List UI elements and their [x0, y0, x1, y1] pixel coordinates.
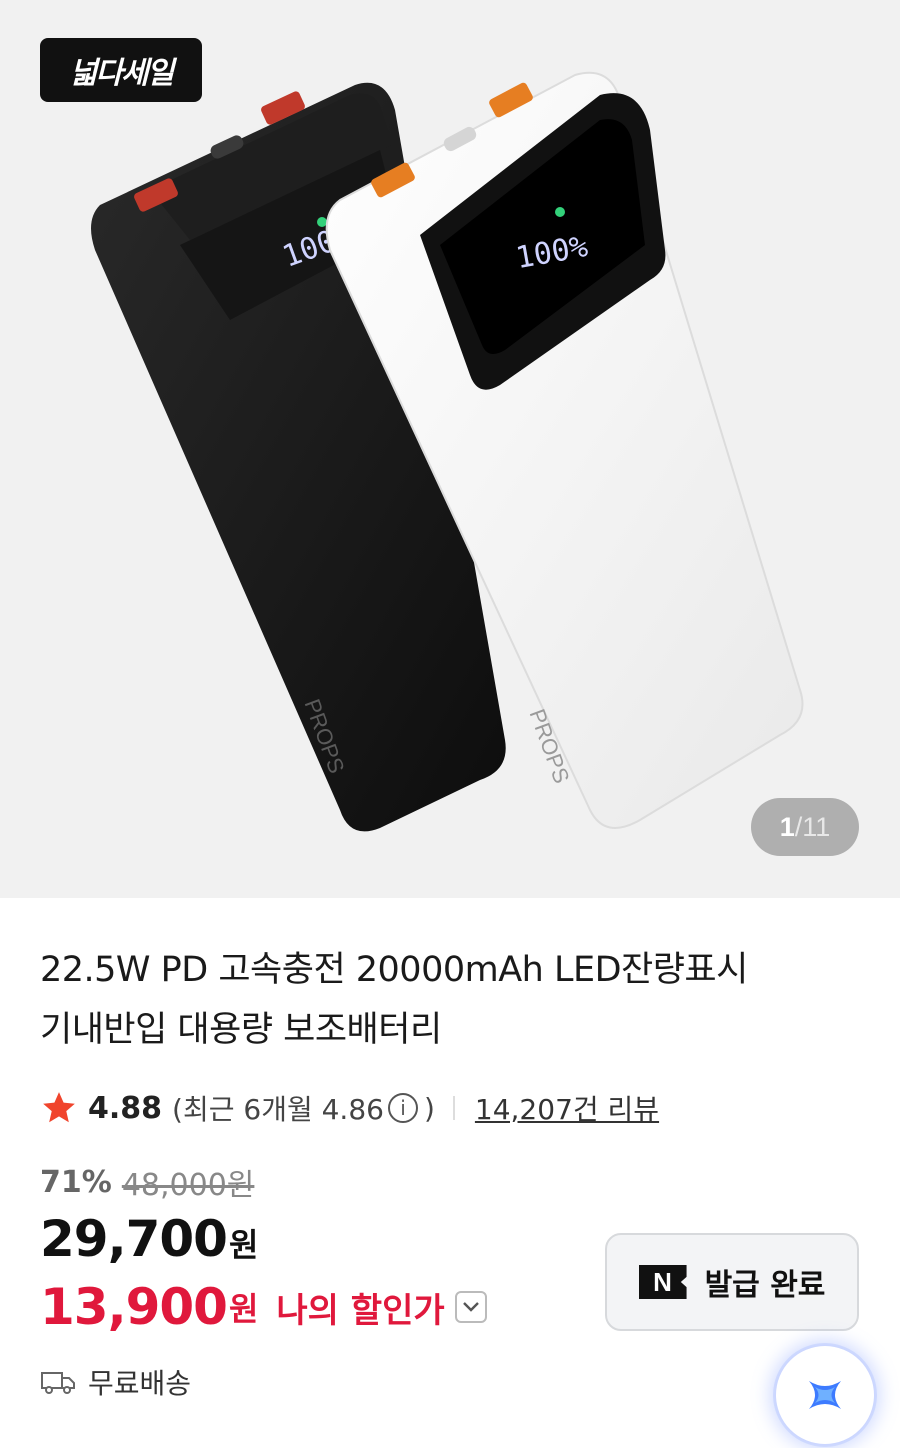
shipping-label: 무료배송 — [88, 1367, 192, 1400]
sale-price: 29,700 원 — [40, 1210, 258, 1268]
truck-icon — [41, 1372, 75, 1394]
star-icon — [43, 1092, 75, 1123]
coupon-button-label: 발급 완료 — [704, 1268, 826, 1303]
discount-rate: 71% — [40, 1164, 112, 1200]
original-price: 48,000원 — [121, 1168, 255, 1203]
ai-assistant-button[interactable] — [776, 1346, 874, 1444]
info-icon[interactable]: i — [387, 1093, 418, 1123]
sale-event-badge-label: 넓다세일 — [69, 56, 174, 91]
my-price-amount: 13,900 — [40, 1278, 228, 1336]
image-counter-current: 1 — [779, 811, 795, 842]
coupon-issued-button[interactable]: N 발급 완료 — [605, 1233, 859, 1331]
naver-coupon-icon-letter: N — [653, 1266, 672, 1297]
chevron-down-icon[interactable] — [454, 1291, 487, 1323]
product-title-line1: 22.5W PD 고속충전 20000mAh LED잔량표시 — [40, 950, 748, 990]
image-counter-total: 11 — [802, 811, 831, 842]
discount-row: 71% 48,000원 — [40, 1160, 254, 1204]
recent-rating: (최근 6개월 4.86 — [172, 1093, 384, 1126]
shipping-info: 무료배송 — [40, 1362, 191, 1402]
naver-coupon-icon: N — [638, 1265, 687, 1299]
product-title: 22.5W PD 고속충전 20000mAh LED잔량표시 기내반입 대용량 … — [40, 940, 840, 1060]
product-image: 100% PROPS 100% PROPS — [91, 71, 804, 832]
image-counter-separator: / — [794, 811, 803, 842]
recent-rating-close: ) — [423, 1091, 435, 1125]
image-counter: 1 / 11 — [751, 798, 859, 856]
sale-price-amount: 29,700 — [40, 1210, 228, 1268]
sale-price-currency: 원 — [228, 1226, 259, 1264]
rating-row: 4.88 (최근 6개월 4.86 i ) 14,207건 리뷰 — [40, 1084, 659, 1132]
my-discount-price[interactable]: 13,900 원 나의 할인가 — [40, 1278, 487, 1336]
product-title-line2: 기내반입 대용량 보조배터리 — [40, 1010, 442, 1050]
reviews-link[interactable]: 14,207건 리뷰 — [475, 1088, 659, 1128]
product-image-gallery[interactable]: 100% PROPS 100% PROPS 넓다세일 1 / 11 — [0, 0, 900, 898]
rating-score: 4.88 — [88, 1090, 163, 1126]
my-price-currency: 원 — [228, 1290, 259, 1328]
divider — [452, 1096, 455, 1120]
ai-sparkle-icon — [809, 1381, 841, 1409]
sale-event-badge[interactable]: 넓다세일 — [40, 38, 202, 102]
info-icon-glyph: i — [400, 1096, 406, 1120]
my-price-label: 나의 할인가 — [276, 1290, 445, 1331]
